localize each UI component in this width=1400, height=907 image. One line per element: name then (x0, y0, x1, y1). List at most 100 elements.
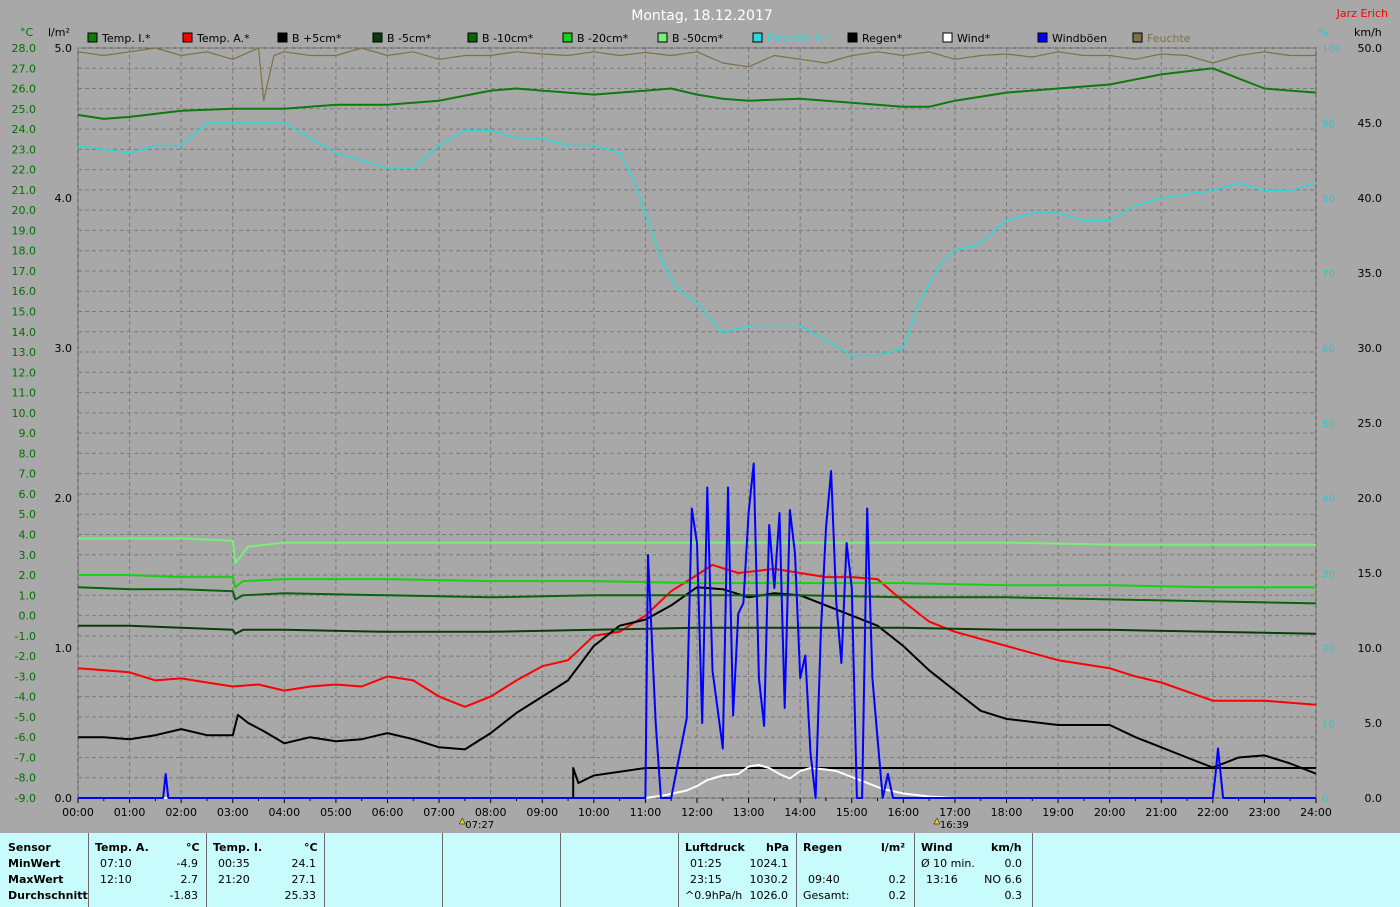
temp-i-min-value: 24.1 (291, 857, 317, 870)
legend-swatch (87, 32, 98, 43)
temp-tick-label: -4.0 (15, 691, 36, 704)
header-luftdruck-unit: hPa (766, 841, 790, 854)
temp-tick-label: 7.0 (19, 468, 37, 481)
legend-swatch (467, 32, 478, 43)
legend-label: B -10cm* (482, 32, 534, 45)
temp-tick-label: 17.0 (12, 265, 37, 278)
header-wind: Wind (921, 841, 953, 854)
header-temp-i-unit: °C (304, 841, 318, 854)
wind-avg-value: 0.3 (1004, 889, 1023, 902)
header-temp-a: Temp. A. (95, 841, 149, 854)
temp-tick-label: -2.0 (15, 650, 36, 663)
row-label-avg: Durchschnitt (8, 889, 88, 902)
wind-tick-label: 45.0 (1358, 117, 1383, 130)
temp-i-max-value: 27.1 (291, 873, 317, 886)
wind-avg10-label: Ø 10 min. (921, 857, 975, 870)
legend-label: Feuchte (1147, 32, 1191, 45)
legend-label: Temp. I.* (101, 32, 151, 45)
temp-i-avg-value: 25.33 (284, 889, 317, 902)
temp-tick-label: 26.0 (12, 83, 37, 96)
wind-tick-label: 25.0 (1358, 417, 1383, 430)
temp-tick-label: 1.0 (19, 589, 37, 602)
x-tick-label: 13:00 (733, 806, 765, 819)
temp-tick-label: 14.0 (12, 326, 37, 339)
header-regen-unit: l/m² (881, 841, 906, 854)
wind-tick-label: 40.0 (1358, 192, 1383, 205)
temp-tick-label: 18.0 (12, 245, 37, 258)
wind-tick-label: 10.0 (1358, 642, 1383, 655)
rain-tick-label: 3.0 (55, 342, 73, 355)
temp-tick-label: 22.0 (12, 164, 37, 177)
pressure-max-value: 1030.2 (749, 873, 789, 886)
pct-tick-label: 100 (1322, 44, 1341, 55)
rain-unit-label: l/m² (48, 26, 70, 39)
pct-tick-label: 60 (1322, 344, 1335, 355)
wind-tick-label: 15.0 (1358, 567, 1383, 580)
temp-tick-label: 2.0 (19, 569, 37, 582)
temp-a-min-time: 07:10 (100, 857, 132, 870)
x-tick-label: 21:00 (1145, 806, 1177, 819)
x-tick-label: 07:00 (423, 806, 455, 819)
wind-unit-label: km/h (1354, 26, 1382, 39)
legend-swatch (752, 32, 763, 43)
pressure-min-time: 01:25 (690, 857, 722, 870)
temp-tick-label: 4.0 (19, 528, 37, 541)
pressure-max-time: 23:15 (690, 873, 722, 886)
weather-chart: 28.0 27.0 26.0 25.0 24.0 23.0 22.0 21.0 20.0 19.0… (0, 0, 1400, 833)
temp-tick-label: 21.0 (12, 184, 37, 197)
temp-tick-label: 8.0 (19, 447, 37, 460)
x-tick-label: 19:00 (1042, 806, 1074, 819)
rain-total-label: Gesamt: (803, 889, 850, 902)
temp-tick-label: -7.0 (15, 751, 36, 764)
wind-tick-label: 30.0 (1358, 342, 1383, 355)
x-tick-label: 09:00 (526, 806, 558, 819)
temp-a-max-value: 2.7 (180, 873, 199, 886)
x-tick-label: 08:00 (475, 806, 507, 819)
temp-i-min-time: 00:35 (218, 857, 250, 870)
legend-label: B +5cm* (292, 32, 342, 45)
temp-tick-label: 23.0 (12, 143, 37, 156)
pct-tick-label: 0 (1322, 794, 1328, 805)
temp-tick-label: 16.0 (12, 285, 37, 298)
x-tick-label: 04:00 (268, 806, 300, 819)
x-tick-label: 24:00 (1300, 806, 1332, 819)
author-label: Jarz Erich (1336, 7, 1388, 20)
temp-i-max-time: 21:20 (218, 873, 250, 886)
temp-tick-label: 11.0 (12, 387, 37, 400)
temp-tick-label: -1.0 (15, 630, 36, 643)
temp-tick-label: 9.0 (19, 427, 37, 440)
legend-label: B -5cm* (387, 32, 432, 45)
header-temp-a-unit: °C (186, 841, 200, 854)
x-tick-label: 23:00 (1249, 806, 1281, 819)
legend-swatch (562, 32, 573, 43)
temp-tick-label: 19.0 (12, 224, 37, 237)
temp-a-avg-value: -1.83 (169, 889, 198, 902)
wind-tick-label: 5.0 (1365, 717, 1383, 730)
temp-tick-label: -6.0 (15, 731, 36, 744)
pct-tick-label: 50 (1322, 419, 1335, 430)
rain-max-time: 09:40 (808, 873, 840, 886)
x-tick-label: 16:00 (887, 806, 919, 819)
x-tick-label: 02:00 (165, 806, 197, 819)
header-regen: Regen (803, 841, 843, 854)
pct-tick-label: 20 (1322, 644, 1335, 655)
pct-tick-label: 90 (1322, 119, 1335, 130)
x-tick-label: 05:00 (320, 806, 352, 819)
legend-label: Regen* (862, 32, 903, 45)
wind-tick-label: 0.0 (1365, 792, 1383, 805)
legend-swatch (372, 32, 383, 43)
rain-tick-label: 1.0 (55, 642, 73, 655)
row-label-max: MaxWert (8, 873, 64, 886)
rain-max-value: 0.2 (888, 873, 907, 886)
temp-tick-label: 5.0 (19, 508, 37, 521)
temp-tick-label: -3.0 (15, 670, 36, 683)
legend-swatch (1132, 32, 1143, 43)
temp-tick-label: 15.0 (12, 306, 37, 319)
chart-title: Montag, 18.12.2017 (631, 8, 773, 24)
legend-label: Temp. A.* (196, 32, 250, 45)
legend-swatch (1037, 32, 1048, 43)
x-tick-label: 03:00 (217, 806, 249, 819)
temp-tick-label: 13.0 (12, 346, 37, 359)
legend-label: Wind* (957, 32, 991, 45)
legend-swatch (942, 32, 953, 43)
